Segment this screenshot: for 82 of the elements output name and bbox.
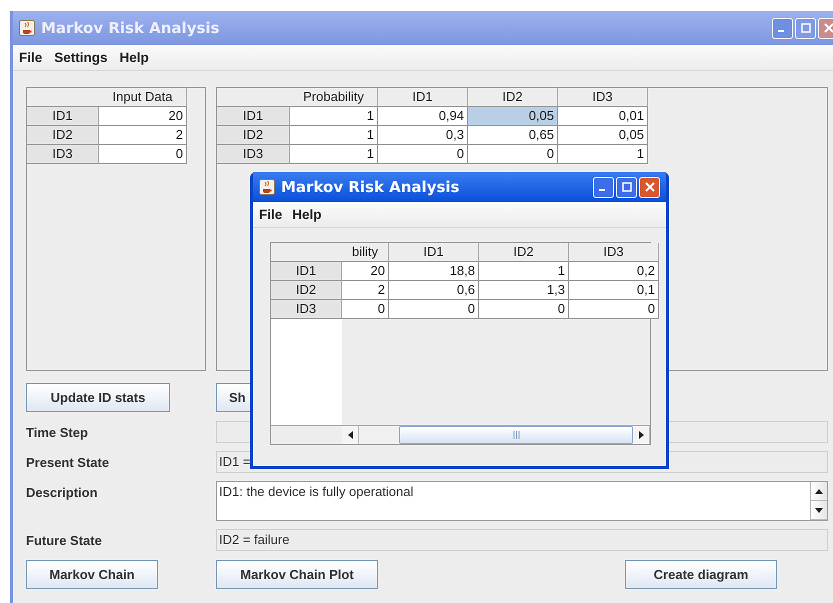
table-cell[interactable]: 0,1 xyxy=(569,281,659,300)
table-cell[interactable]: 0 xyxy=(342,300,389,319)
maximize-button[interactable] xyxy=(795,18,816,38)
table-cell[interactable]: 1,3 xyxy=(479,281,569,300)
column-header[interactable]: Input Data xyxy=(99,88,187,107)
column-header[interactable]: ID1 xyxy=(389,243,479,262)
column-header[interactable]: ID2 xyxy=(468,88,558,107)
field-label: Description xyxy=(26,484,99,500)
field-label: Time Step xyxy=(26,424,89,440)
table-cell[interactable]: 2 xyxy=(99,126,187,145)
horizontal-scrollbar[interactable] xyxy=(271,425,650,444)
menu-item[interactable]: File xyxy=(19,50,42,65)
table-cell[interactable]: 1 xyxy=(290,107,378,126)
field-label: Future State xyxy=(26,532,103,548)
close-button[interactable] xyxy=(818,18,833,38)
row-header: ID3 xyxy=(217,145,290,164)
field-label: Present State xyxy=(26,454,110,470)
row-header: ID2 xyxy=(271,281,342,300)
row-header: ID1 xyxy=(217,107,290,126)
column-header[interactable]: Probability xyxy=(290,88,378,107)
table-cell[interactable]: 0,94 xyxy=(378,107,468,126)
column-header[interactable]: ID3 xyxy=(569,243,659,262)
table-cell[interactable]: 0,05 xyxy=(558,126,648,145)
minimize-icon xyxy=(598,189,604,191)
scroll-right-icon[interactable] xyxy=(633,426,650,444)
minimize-button[interactable] xyxy=(593,176,614,198)
close-button[interactable] xyxy=(639,176,660,198)
menu-item[interactable]: File xyxy=(259,207,282,222)
table-cell[interactable]: 0 xyxy=(389,300,479,319)
maximize-icon xyxy=(800,23,810,33)
description-field[interactable]: ID1: the device is fully operational xyxy=(216,481,828,521)
table-cell[interactable]: 0,01 xyxy=(558,107,648,126)
scroll-left-icon[interactable] xyxy=(342,426,359,444)
table-cell[interactable]: 0 xyxy=(99,145,187,164)
row-header: ID1 xyxy=(271,262,342,281)
table-cell[interactable]: 0 xyxy=(479,300,569,319)
menu-item[interactable]: Help xyxy=(292,207,322,222)
text-field[interactable]: ID2 = failure xyxy=(216,529,828,551)
table-cell[interactable]: 20 xyxy=(99,107,187,126)
action-button[interactable]: Markov Chain xyxy=(26,560,158,589)
menu-item[interactable]: Help xyxy=(120,50,149,65)
row-header: ID1 xyxy=(27,107,99,126)
app-icon xyxy=(19,20,35,36)
table-cell[interactable]: 0,6 xyxy=(389,281,479,300)
close-icon xyxy=(644,182,654,192)
table-cell[interactable]: 0 xyxy=(468,145,558,164)
scroll-up-icon[interactable] xyxy=(811,482,827,501)
table-cell[interactable]: 0,3 xyxy=(378,126,468,145)
row-header: ID2 xyxy=(27,126,99,145)
action-button[interactable]: Markov Chain Plot xyxy=(216,560,378,589)
window-title: Markov Risk Analysis xyxy=(281,178,460,196)
scroll-down-icon[interactable] xyxy=(811,501,827,520)
table-cell[interactable]: 18,8 xyxy=(389,262,479,281)
column-header[interactable]: bility xyxy=(342,243,389,262)
scroll-thumb[interactable] xyxy=(399,426,633,444)
maximize-icon xyxy=(622,182,632,192)
table-cell[interactable]: 2 xyxy=(342,281,389,300)
table-cell[interactable]: 0,65 xyxy=(468,126,558,145)
table-cell[interactable]: 0 xyxy=(569,300,659,319)
app-icon xyxy=(259,179,275,195)
minimize-icon xyxy=(778,30,784,32)
maximize-button[interactable] xyxy=(616,176,637,198)
window-title: Markov Risk Analysis xyxy=(41,19,220,37)
table-cell[interactable]: 0,2 xyxy=(569,262,659,281)
row-header: ID2 xyxy=(217,126,290,145)
table-cell[interactable]: 1 xyxy=(290,145,378,164)
column-header[interactable]: ID3 xyxy=(558,88,648,107)
table-cell[interactable]: 0,05 xyxy=(468,107,558,126)
action-button[interactable]: Create diagram xyxy=(625,560,777,589)
close-icon xyxy=(824,23,833,33)
table-cell[interactable]: 1 xyxy=(290,126,378,145)
minimize-button[interactable] xyxy=(772,18,793,38)
table-cell[interactable]: 1 xyxy=(479,262,569,281)
table-cell[interactable]: 1 xyxy=(558,145,648,164)
table-cell[interactable]: 20 xyxy=(342,262,389,281)
column-header[interactable]: ID2 xyxy=(479,243,569,262)
table-cell[interactable]: 0 xyxy=(378,145,468,164)
action-button[interactable]: Update ID stats xyxy=(26,383,170,412)
row-header: ID3 xyxy=(27,145,99,164)
column-header[interactable]: ID1 xyxy=(378,88,468,107)
menu-item[interactable]: Settings xyxy=(54,50,108,65)
row-header: ID3 xyxy=(271,300,342,319)
